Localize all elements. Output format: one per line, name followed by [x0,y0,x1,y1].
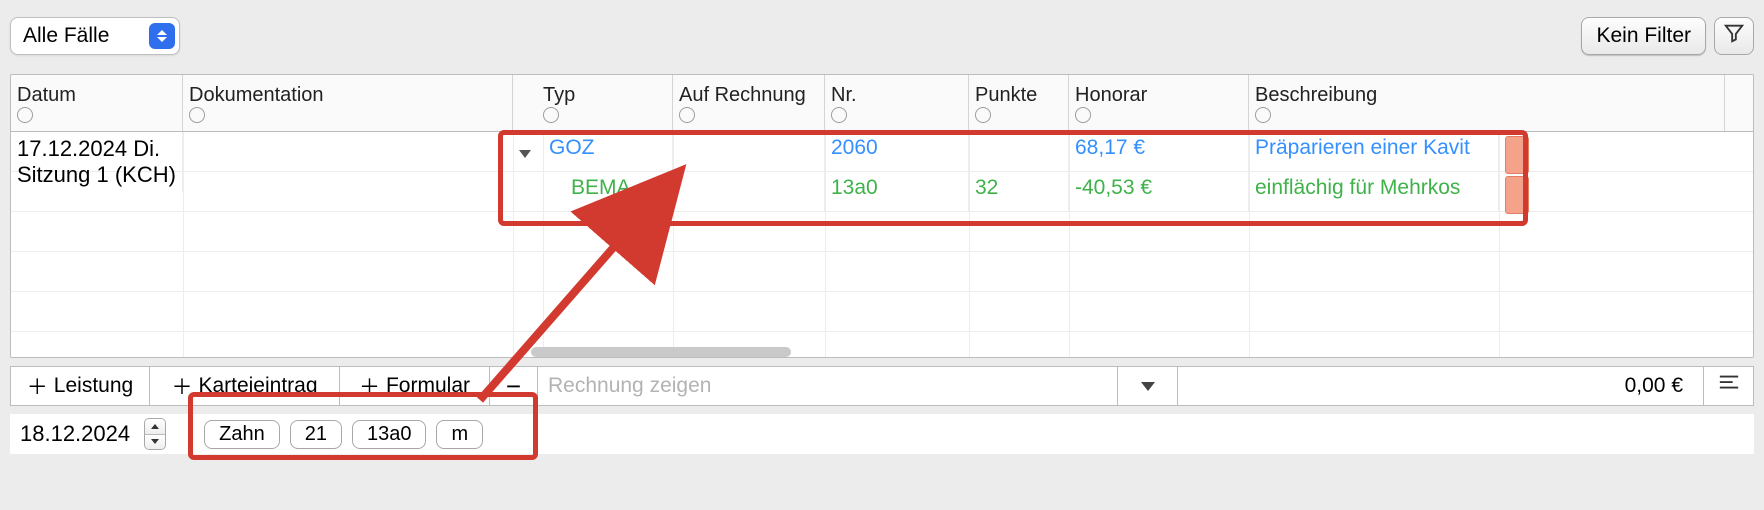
dropdown-toggle[interactable] [1118,366,1178,406]
chevron-down-icon [151,439,159,444]
filter-button[interactable] [1714,17,1754,55]
cell-fee: 68,17 € [1069,132,1249,172]
cell-fee: -40,53 € [1069,172,1249,212]
col-points[interactable]: Punkte [975,84,1062,107]
cell-type: GOZ [543,132,673,172]
remove-button[interactable]: − [490,366,538,406]
col-invoice[interactable]: Auf Rechnung [679,84,818,107]
status-badge [1505,136,1529,174]
entry-tag[interactable]: 21 [290,420,342,449]
entry-tag[interactable]: m [436,420,483,449]
chevron-down-icon [1141,382,1155,391]
col-doc[interactable]: Dokumentation [189,84,506,107]
chevron-down-icon[interactable] [519,150,531,158]
entry-tag[interactable]: Zahn [204,420,280,449]
cell-desc: Präparieren einer Kavit [1249,132,1499,172]
cell-desc: einflächig für Mehrkos [1249,172,1499,212]
align-left-icon [1718,374,1740,398]
services-table: Datum Dokumentation Typ Auf Rechnung Nr.… [10,74,1754,358]
col-desc[interactable]: Beschreibung [1255,84,1718,107]
col-type[interactable]: Typ [543,84,666,107]
date-stepper[interactable] [144,418,166,450]
case-filter-label: Alle Fälle [23,24,149,48]
chevron-up-icon [151,424,159,429]
cell-points: 32 [969,172,1069,212]
add-form-button[interactable]: ＋Formular [340,366,490,406]
add-card-button[interactable]: ＋Karteieintrag [150,366,340,406]
cell-nr: 13a0 [825,172,969,212]
col-date[interactable]: Datum [17,84,176,107]
table-row[interactable]: BEMA 13a0 32 -40,53 € einflächig für Meh… [11,172,1753,212]
no-filter-label: Kein Filter [1596,24,1691,48]
status-badge [1505,176,1529,214]
horizontal-scrollbar[interactable] [531,347,791,357]
add-service-button[interactable]: ＋Leistung [10,366,150,406]
cell-nr: 2060 [825,132,969,172]
entry-date-field[interactable]: 18.12.2024 [14,419,136,449]
col-nr[interactable]: Nr. [831,84,962,107]
action-toolbar: ＋Leistung ＋Karteieintrag ＋Formular − Rec… [10,366,1754,406]
align-button[interactable] [1704,366,1754,406]
table-row[interactable]: GOZ 2060 68,17 € Präparieren einer Kavit [11,132,1753,172]
entry-row: 18.12.2024 Zahn 21 13a0 m [10,414,1754,454]
col-fee[interactable]: Honorar [1075,84,1242,107]
show-invoice-button[interactable]: Rechnung zeigen [538,366,1118,406]
case-filter-select[interactable]: Alle Fälle [10,17,180,55]
cell-type: BEMA [543,172,673,212]
chevron-updown-icon [149,23,175,49]
funnel-icon [1723,22,1745,50]
entry-tag[interactable]: 13a0 [352,420,427,449]
cell-points [969,132,1069,172]
no-filter-button[interactable]: Kein Filter [1581,17,1706,55]
sum-display: 0,00 € [1178,366,1704,406]
